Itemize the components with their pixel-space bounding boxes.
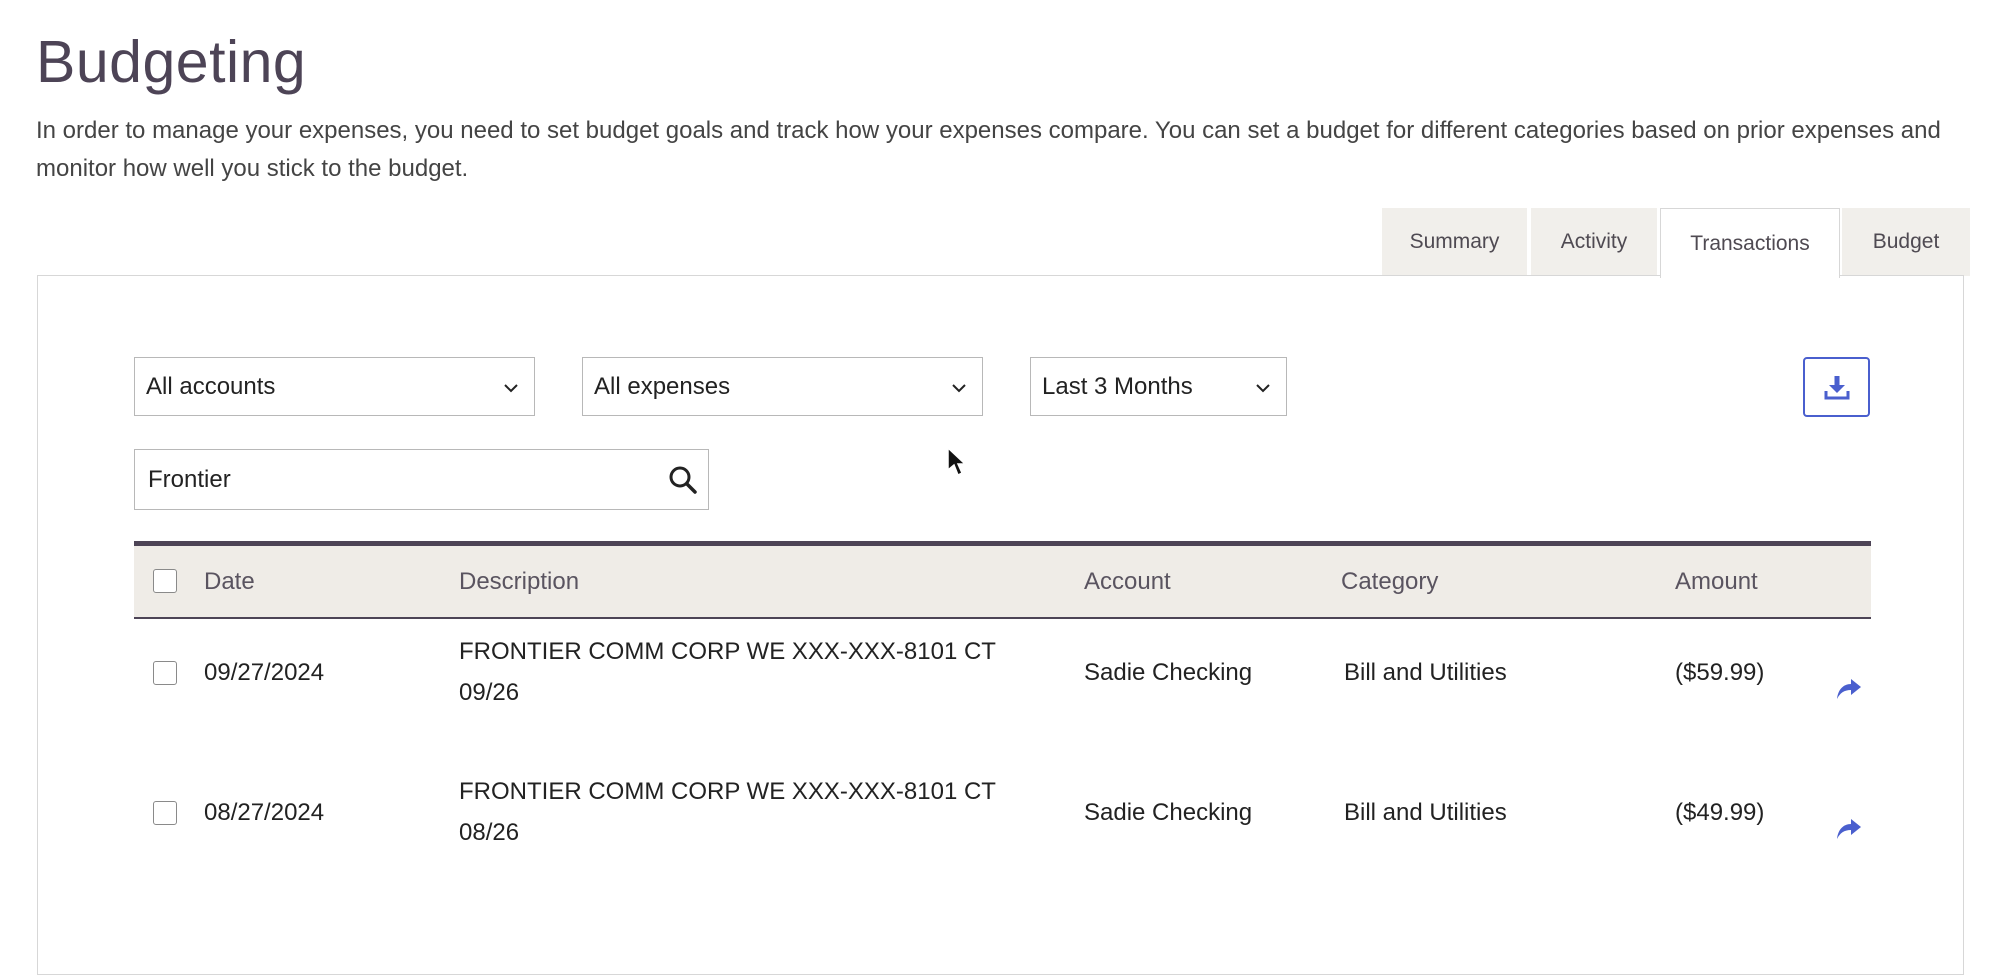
tab-summary[interactable]: Summary (1382, 208, 1527, 276)
chevron-down-icon (504, 384, 518, 393)
column-header-amount[interactable]: Amount (1675, 546, 1758, 617)
column-header-description[interactable]: Description (459, 546, 579, 617)
table-row: 09/27/2024 FRONTIER COMM CORP WE XXX-XXX… (134, 619, 1871, 759)
row-description: FRONTIER COMM CORP WE XXX-XXX-8101 CT 08… (459, 771, 996, 853)
row-category[interactable]: Bill and Utilities (1344, 799, 1507, 827)
accounts-select[interactable]: All accounts (134, 357, 535, 416)
row-description-line: 09/26 (459, 679, 520, 706)
row-description-line: 08/26 (459, 819, 520, 846)
row-amount: ($59.99) (1675, 659, 1765, 686)
table-header: Date Description Account Category Amount (134, 541, 1871, 619)
tab-transactions[interactable]: Transactions (1660, 208, 1840, 278)
row-account: Sadie Checking (1084, 659, 1253, 686)
tab-budget[interactable]: Budget (1842, 208, 1970, 276)
share-arrow-icon[interactable] (1835, 815, 1863, 843)
column-header-date[interactable]: Date (204, 546, 255, 617)
page-intro: In order to manage your expenses, you ne… (36, 117, 1941, 182)
tab-activity[interactable]: Activity (1531, 208, 1657, 276)
column-header-category[interactable]: Category (1341, 546, 1438, 617)
row-checkbox[interactable] (153, 801, 177, 825)
row-account: Sadie Checking (1084, 799, 1253, 826)
chevron-down-icon (1256, 384, 1270, 393)
column-header-account[interactable]: Account (1084, 546, 1171, 617)
share-arrow-icon[interactable] (1835, 675, 1863, 703)
mouse-cursor-icon (947, 446, 967, 477)
row-date: 09/27/2024 (204, 659, 325, 686)
search-input[interactable] (146, 464, 630, 495)
expenses-select-value: All expenses (594, 372, 731, 400)
row-checkbox[interactable] (153, 661, 177, 685)
row-description-line: FRONTIER COMM CORP WE XXX-XXX-8101 CT (459, 638, 996, 665)
table-row: 08/27/2024 FRONTIER COMM CORP WE XXX-XXX… (134, 759, 1871, 899)
accounts-select-value: All accounts (146, 372, 276, 400)
chevron-down-icon (952, 384, 966, 393)
search-icon[interactable] (668, 465, 698, 495)
row-description: FRONTIER COMM CORP WE XXX-XXX-8101 CT 09… (459, 631, 996, 713)
select-all-checkbox[interactable] (153, 569, 177, 593)
row-date: 08/27/2024 (204, 799, 325, 826)
search-field (134, 449, 709, 510)
row-description-line: FRONTIER COMM CORP WE XXX-XXX-8101 CT (459, 778, 996, 805)
download-icon (1824, 376, 1849, 400)
expenses-select[interactable]: All expenses (582, 357, 983, 416)
row-amount: ($49.99) (1675, 799, 1765, 826)
download-button[interactable] (1803, 357, 1870, 417)
period-select[interactable]: Last 3 Months (1030, 357, 1287, 416)
period-select-value: Last 3 Months (1042, 372, 1193, 400)
transactions-table: Date Description Account Category Amount… (134, 541, 1871, 899)
page-title: Budgeting (36, 29, 307, 95)
row-category[interactable]: Bill and Utilities (1344, 659, 1507, 687)
